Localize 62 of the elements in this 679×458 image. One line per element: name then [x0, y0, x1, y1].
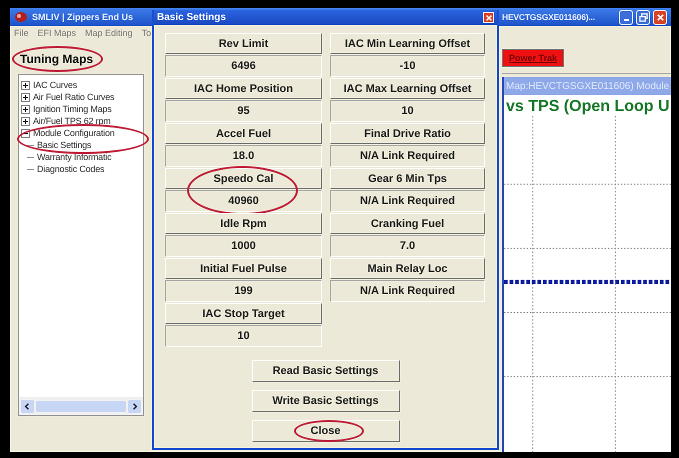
- setting-value-field[interactable]: 7.0: [330, 235, 485, 257]
- setting-label-button[interactable]: Rev Limit: [165, 33, 322, 54]
- tree-item[interactable]: Basic Settings: [37, 140, 92, 150]
- setting-label-button[interactable]: Speedo Cal: [165, 168, 322, 189]
- setting-value-field[interactable]: N/A Link Required: [330, 280, 485, 302]
- setting-value-field[interactable]: 1000: [165, 235, 322, 257]
- tree-item[interactable]: Ignition Timing Maps: [33, 104, 112, 114]
- setting-label-button[interactable]: Cranking Fuel: [330, 213, 485, 234]
- setting-label-button[interactable]: Final Drive Ratio: [330, 123, 485, 144]
- setting-label-button[interactable]: Gear 6 Min Tps: [330, 168, 485, 189]
- menu-item[interactable]: EFI Maps: [38, 28, 76, 40]
- minimize-icon: [624, 19, 628, 21]
- expand-icon[interactable]: [21, 104, 30, 114]
- setting-value-field[interactable]: N/A Link Required: [330, 190, 485, 212]
- expand-icon[interactable]: [21, 80, 30, 90]
- chart-title: vs TPS (Open Loop U: [505, 97, 671, 116]
- setting-label-button[interactable]: IAC Stop Target: [165, 303, 322, 324]
- dialog-button[interactable]: Read Basic Settings: [252, 360, 400, 382]
- setting-value-field[interactable]: 199: [165, 280, 322, 302]
- tree-item[interactable]: IAC Curves: [33, 80, 78, 90]
- menu-item[interactable]: File: [14, 28, 29, 40]
- setting-value-field[interactable]: 18.0: [165, 145, 322, 167]
- restore-button[interactable]: [636, 10, 650, 24]
- minimize-button[interactable]: [619, 10, 633, 24]
- tree-item[interactable]: Diagnostic Codes: [37, 164, 104, 174]
- tree-item[interactable]: Module Configuration: [33, 128, 115, 138]
- setting-value-field[interactable]: -10: [330, 55, 485, 77]
- close-button[interactable]: [483, 12, 494, 23]
- setting-label-button[interactable]: Main Relay Loc: [330, 258, 485, 279]
- setting-label-button[interactable]: IAC Min Learning Offset: [330, 33, 485, 54]
- horizontal-scrollbar[interactable]: [19, 397, 143, 415]
- setting-label-button[interactable]: IAC Max Learning Offset: [330, 78, 485, 99]
- menu-item[interactable]: Map Editing: [85, 28, 133, 40]
- panel-title: Tuning Maps: [20, 52, 94, 66]
- close-button[interactable]: [653, 10, 667, 24]
- setting-value-field[interactable]: 40960: [165, 190, 322, 212]
- setting-value-field[interactable]: 10: [330, 100, 485, 122]
- close-icon: [656, 12, 664, 22]
- tree-item[interactable]: Air Fuel Ratio Curves: [33, 92, 114, 102]
- expand-icon[interactable]: [21, 92, 30, 102]
- menu-item[interactable]: To: [142, 28, 152, 40]
- dialog-title: Basic Settings: [157, 12, 226, 23]
- dialog-button[interactable]: Write Basic Settings: [252, 390, 400, 412]
- expand-icon[interactable]: [21, 116, 30, 126]
- dialog-button[interactable]: Close: [252, 420, 400, 442]
- scroll-right-icon[interactable]: [128, 400, 141, 412]
- tree-item[interactable]: Warranty Informatic: [37, 152, 112, 162]
- setting-value-field[interactable]: 6496: [165, 55, 322, 77]
- setting-value-field[interactable]: 10: [165, 325, 322, 347]
- setting-label-button[interactable]: IAC Home Position: [165, 78, 322, 99]
- close-icon: [484, 14, 492, 22]
- window-title: SMLIV | Zippers End Us: [32, 12, 134, 22]
- scroll-left-icon[interactable]: [21, 400, 34, 412]
- setting-value-field[interactable]: N/A Link Required: [330, 145, 485, 167]
- app-icon: [14, 11, 28, 23]
- restore-icon: [638, 12, 648, 22]
- setting-label-button[interactable]: Accel Fuel: [165, 123, 322, 144]
- map-window-title: Map:HEVCTGSGXE011606) Module: [502, 77, 671, 95]
- window-title: HEVCTGSGXE011606)...: [502, 12, 596, 22]
- setting-label-button[interactable]: Initial Fuel Pulse: [165, 258, 322, 279]
- setting-label-button[interactable]: Idle Rpm: [165, 213, 322, 234]
- setting-value-field[interactable]: 95: [165, 100, 322, 122]
